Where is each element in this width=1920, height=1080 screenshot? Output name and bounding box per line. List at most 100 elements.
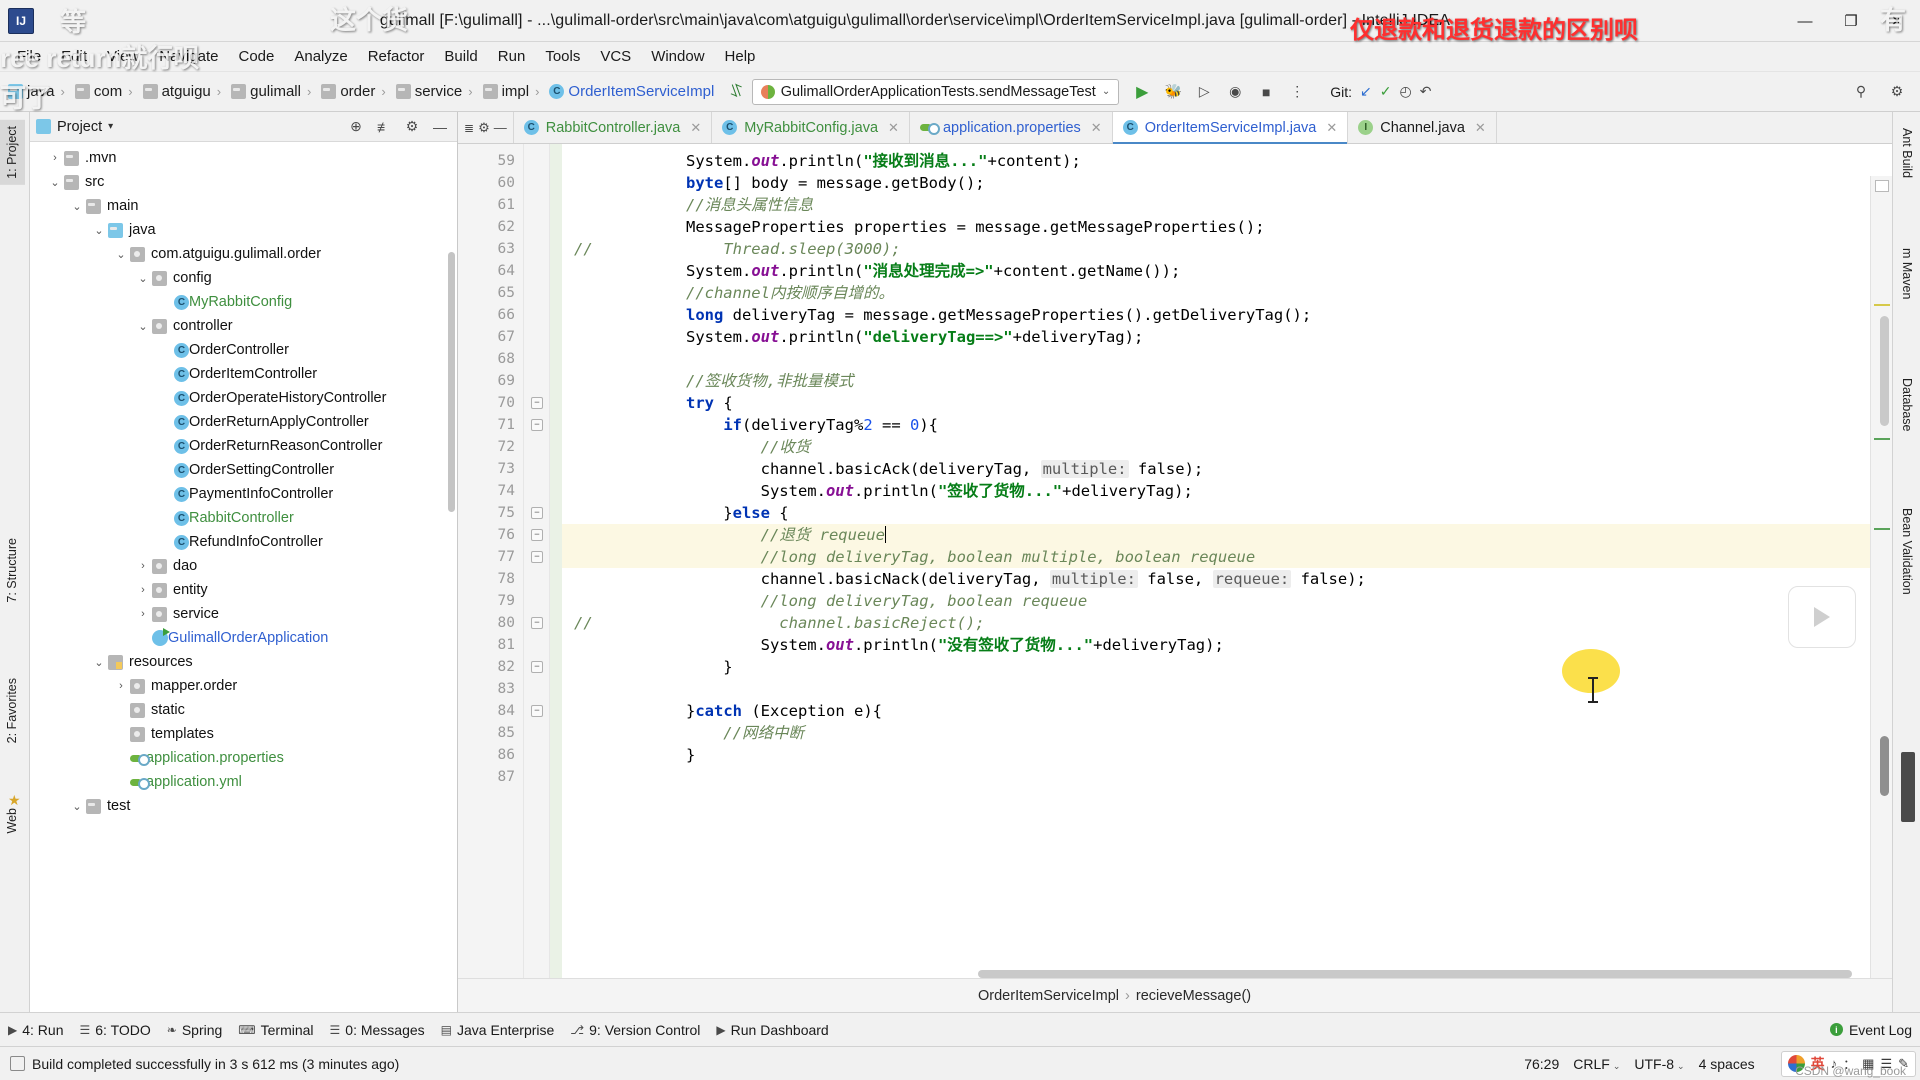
chevron-down-icon[interactable]: ⌄: [134, 320, 152, 333]
editor-scrollbar-thumb[interactable]: [1880, 736, 1889, 796]
tool-window-button-terminal[interactable]: ⌨ Terminal: [238, 1022, 313, 1038]
change-marker[interactable]: [1874, 528, 1890, 530]
fold-toggle-icon[interactable]: −: [531, 529, 543, 541]
code-line[interactable]: MessageProperties properties = message.g…: [562, 216, 1892, 238]
tree-item-orderreturnreasoncontroller[interactable]: C OrderReturnReasonController: [30, 434, 457, 458]
code-line[interactable]: // channel.basicReject();: [562, 612, 1892, 634]
breadcrumb-gulimall[interactable]: gulimall ›: [227, 81, 317, 102]
chevron-down-icon[interactable]: ⌄: [112, 248, 130, 261]
git-commit-icon[interactable]: ✓: [1380, 83, 1392, 100]
menu-window[interactable]: Window: [642, 45, 713, 68]
chevron-right-icon[interactable]: ›: [134, 608, 152, 620]
close-tab-icon[interactable]: ✕: [1091, 120, 1102, 136]
tool-window-button-run-dashboard[interactable]: ▶ Run Dashboard: [716, 1022, 828, 1038]
tree-item-ordersettingcontroller[interactable]: C OrderSettingController: [30, 458, 457, 482]
fold-toggle-icon[interactable]: −: [531, 705, 543, 717]
breadcrumb-order[interactable]: order ›: [317, 81, 391, 102]
code-line[interactable]: long deliveryTag = message.getMessagePro…: [562, 304, 1892, 326]
run-configuration-selector[interactable]: GulimallOrderApplicationTests.sendMessag…: [751, 78, 1120, 105]
editor-scrollbar[interactable]: [1880, 316, 1889, 426]
menu-tools[interactable]: Tools: [536, 45, 589, 68]
tree-item-config[interactable]: ⌄ config: [30, 266, 457, 290]
menu-build[interactable]: Build: [435, 45, 486, 68]
locate-file-icon[interactable]: ⊕: [345, 116, 367, 138]
tree-item-ordercontroller[interactable]: C OrderController: [30, 338, 457, 362]
menu-run[interactable]: Run: [489, 45, 535, 68]
run-with-coverage-icon[interactable]: ▷: [1191, 79, 1217, 105]
editor-horizontal-scrollbar[interactable]: [978, 970, 1852, 978]
editor-marker-bar[interactable]: [1870, 176, 1892, 978]
breadcrumb-java[interactable]: java ›: [4, 81, 71, 102]
chevron-right-icon[interactable]: ›: [46, 152, 64, 164]
tool-window-button-java-enterprise[interactable]: ▤ Java Enterprise: [441, 1022, 555, 1038]
tree-item-rabbitcontroller[interactable]: C RabbitController: [30, 506, 457, 530]
code-line[interactable]: }catch (Exception e){: [562, 700, 1892, 722]
code-line[interactable]: //退货 requeue: [562, 524, 1892, 546]
tree-item-application-properties[interactable]: application.properties: [30, 746, 457, 770]
line-separator[interactable]: CRLF ⌄: [1573, 1056, 1620, 1072]
tree-item-templates[interactable]: templates: [30, 722, 457, 746]
settings-gear-icon[interactable]: ⚙: [1884, 79, 1910, 105]
hide-editor-icon[interactable]: —: [494, 120, 507, 135]
tool-window-button-spring[interactable]: ❧ Spring: [167, 1022, 223, 1038]
tree-item-service[interactable]: › service: [30, 602, 457, 626]
code-line[interactable]: [562, 348, 1892, 370]
chevron-down-icon[interactable]: ⌄: [46, 176, 64, 189]
code-line[interactable]: //签收货物,非批量模式: [562, 370, 1892, 392]
tree-item-myrabbitconfig[interactable]: C MyRabbitConfig: [30, 290, 457, 314]
code-line[interactable]: System.out.println("没有签收了货物..."+delivery…: [562, 634, 1892, 656]
collapse-all-icon[interactable]: ≢: [373, 116, 395, 138]
code-text[interactable]: System.out.println("接收到消息..."+content); …: [562, 144, 1892, 978]
change-marker[interactable]: [1874, 438, 1890, 440]
tree-item-orderitemcontroller[interactable]: C OrderItemController: [30, 362, 457, 386]
tree-item-test[interactable]: ⌄ test: [30, 794, 457, 818]
close-tab-icon[interactable]: ✕: [1326, 120, 1337, 136]
tree-item-src[interactable]: ⌄ src: [30, 170, 457, 194]
menu-navigate[interactable]: Navigate: [150, 45, 227, 68]
chevron-down-icon[interactable]: ⌄: [134, 272, 152, 285]
breadcrumb-service[interactable]: service ›: [392, 81, 479, 102]
debug-icon[interactable]: 🐝: [1160, 79, 1186, 105]
menu-help[interactable]: Help: [716, 45, 765, 68]
tool-window-button-0-messages[interactable]: ☰ 0: Messages: [330, 1022, 425, 1038]
hide-panel-icon[interactable]: —: [429, 116, 451, 138]
tree-item-java[interactable]: ⌄ java: [30, 218, 457, 242]
sidebar-item-favorites[interactable]: 2: Favorites: [0, 672, 25, 749]
code-line[interactable]: //收货: [562, 436, 1892, 458]
code-line[interactable]: //channel内按顺序自增的。: [562, 282, 1892, 304]
code-line[interactable]: try {: [562, 392, 1892, 414]
code-line[interactable]: System.out.println("签收了货物..."+deliveryTa…: [562, 480, 1892, 502]
tree-item-resources[interactable]: ⌄ resources: [30, 650, 457, 674]
menu-view[interactable]: View: [98, 45, 148, 68]
tree-item-paymentinfocontroller[interactable]: C PaymentInfoController: [30, 482, 457, 506]
code-line[interactable]: if(deliveryTag%2 == 0){: [562, 414, 1892, 436]
tool-window-button-4-run[interactable]: ▶ 4: Run: [8, 1022, 63, 1038]
code-line[interactable]: //网络中断: [562, 722, 1892, 744]
menu-vcs[interactable]: VCS: [591, 45, 640, 68]
code-line[interactable]: //消息头属性信息: [562, 194, 1892, 216]
fold-toggle-icon[interactable]: −: [531, 419, 543, 431]
breadcrumb-atguigu[interactable]: atguigu ›: [139, 81, 228, 102]
menu-analyze[interactable]: Analyze: [285, 45, 356, 68]
fold-toggle-icon[interactable]: −: [531, 661, 543, 673]
build-hammer-icon[interactable]: ⥯: [727, 79, 747, 103]
code-line[interactable]: System.out.println("deliveryTag==>"+deli…: [562, 326, 1892, 348]
tree-item-dao[interactable]: › dao: [30, 554, 457, 578]
code-line[interactable]: }: [562, 656, 1892, 678]
editor-settings-icon[interactable]: ⚙: [478, 120, 490, 136]
tree-item-entity[interactable]: › entity: [30, 578, 457, 602]
fold-toggle-icon[interactable]: −: [531, 551, 543, 563]
file-encoding[interactable]: UTF-8 ⌄: [1634, 1056, 1684, 1072]
tree-item-refundinfocontroller[interactable]: C RefundInfoController: [30, 530, 457, 554]
breadcrumb-com[interactable]: com ›: [71, 81, 139, 102]
chevron-down-icon[interactable]: ▾: [108, 121, 113, 132]
sidebar-item-ant-build[interactable]: Ant Build: [1894, 122, 1920, 184]
breadcrumb-method[interactable]: recieveMessage(): [1136, 988, 1251, 1004]
inspection-status-icon[interactable]: [1875, 180, 1889, 192]
maximize-button[interactable]: ❐: [1828, 0, 1874, 42]
tree-item--mvn[interactable]: › .mvn: [30, 146, 457, 170]
project-scrollbar[interactable]: [448, 252, 455, 512]
git-update-icon[interactable]: ↙: [1360, 83, 1372, 100]
code-folding-gutter[interactable]: − − − − − − − −: [524, 144, 550, 978]
project-tree[interactable]: › .mvn ⌄ src ⌄ main ⌄ java ⌄ com.atguigu.gulimall…: [30, 142, 457, 1012]
